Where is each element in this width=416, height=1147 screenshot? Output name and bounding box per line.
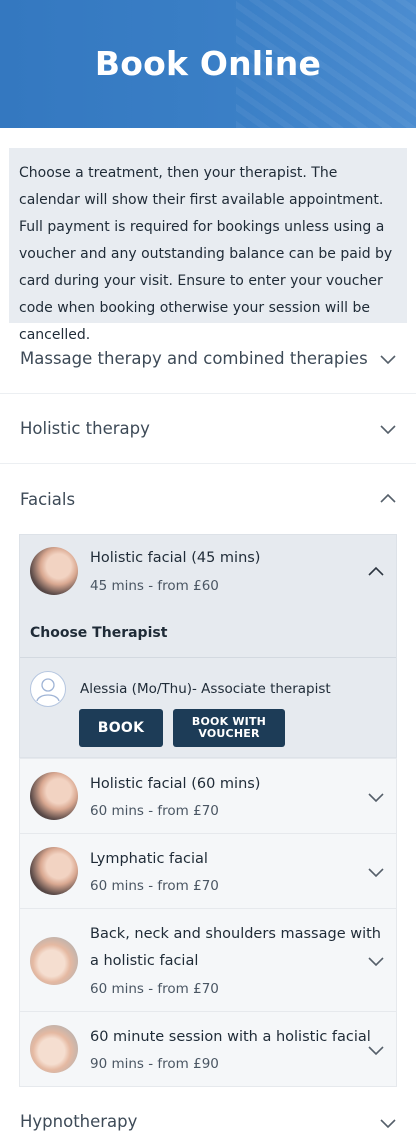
- chevron-down-icon: [380, 1115, 396, 1131]
- treatment-thumbnail: [30, 1025, 78, 1073]
- category-label: Massage therapy and combined therapies: [20, 349, 368, 368]
- treatment-title-line2: a holistic facial: [90, 953, 199, 969]
- treatment-thumbnail: [30, 547, 78, 595]
- treatment-title: 60 minute session with a holistic facial: [90, 1029, 371, 1045]
- choose-therapist-label: Choose Therapist: [30, 625, 168, 641]
- intro-text: Choose a treatment, then your therapist.…: [9, 148, 407, 343]
- book-button[interactable]: BOOK: [79, 709, 163, 747]
- chevron-down-icon: [368, 864, 384, 880]
- book-with-voucher-button[interactable]: BOOK WITH VOUCHER: [173, 709, 285, 747]
- chevron-down-icon: [380, 421, 396, 437]
- treatment-title: Holistic facial (60 mins): [90, 776, 261, 792]
- treatment-thumbnail: [30, 937, 78, 985]
- therapist-name: Alessia (Mo/Thu)- Associate therapist: [80, 681, 331, 697]
- chevron-up-icon: [380, 491, 396, 507]
- treatment-thumbnail: [30, 772, 78, 820]
- user-avatar-icon: [30, 671, 66, 707]
- treatment-item[interactable]: Lymphatic facial 60 mins - from £70: [19, 833, 397, 909]
- selected-treatment-panel: Holistic facial (45 mins) 45 mins - from…: [19, 534, 397, 758]
- treatment-item[interactable]: 60 minute session with a holistic facial…: [19, 1011, 397, 1087]
- chevron-down-icon: [368, 953, 384, 969]
- category-massage[interactable]: Massage therapy and combined therapies: [0, 324, 416, 394]
- book-button-label: BOOK: [97, 720, 145, 736]
- chevron-down-icon: [368, 1042, 384, 1058]
- treatment-thumbnail: [30, 847, 78, 895]
- category-label: Facials: [20, 489, 76, 509]
- treatment-title-line1: Back, neck and shoulders massage with: [90, 926, 381, 942]
- category-holistic-therapy[interactable]: Holistic therapy: [0, 394, 416, 464]
- treatment-subtitle: 60 mins - from £70: [90, 878, 219, 894]
- category-facials[interactable]: Facials: [0, 464, 416, 534]
- divider: [20, 657, 396, 658]
- page-header: Book Online: [0, 0, 416, 128]
- treatment-title: Lymphatic facial: [90, 851, 208, 867]
- category-label: Holistic therapy: [20, 419, 150, 438]
- treatment-subtitle: 45 mins - from £60: [90, 578, 219, 594]
- chevron-up-icon[interactable]: [368, 564, 384, 580]
- chevron-down-icon: [380, 351, 396, 367]
- treatment-subtitle: 60 mins - from £70: [90, 803, 219, 819]
- category-label: Hypnotherapy: [20, 1112, 138, 1131]
- treatment-subtitle: 60 mins - from £70: [90, 981, 219, 997]
- category-hypnotherapy[interactable]: Hypnotherapy: [0, 1090, 416, 1147]
- voucher-label-line2: VOUCHER: [198, 727, 260, 740]
- chevron-down-icon: [368, 789, 384, 805]
- treatment-title: Holistic facial (45 mins): [90, 550, 261, 566]
- page-title: Book Online: [94, 44, 322, 83]
- treatment-item[interactable]: Back, neck and shoulders massage with a …: [19, 908, 397, 1012]
- treatment-subtitle: 90 mins - from £90: [90, 1056, 219, 1072]
- treatment-item[interactable]: Holistic facial (60 mins) 60 mins - from…: [19, 758, 397, 834]
